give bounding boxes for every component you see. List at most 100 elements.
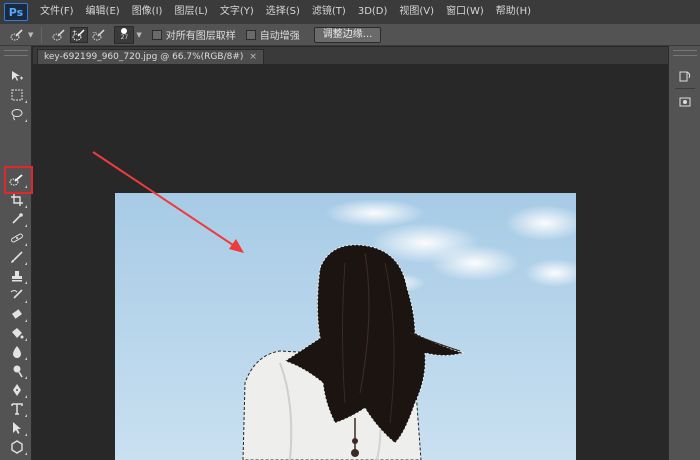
eraser-icon — [12, 309, 22, 319]
panel-grip[interactable] — [4, 50, 28, 56]
move-tool[interactable] — [6, 68, 28, 84]
submenu-indicator — [25, 395, 27, 398]
quick-selection-highlight — [4, 166, 33, 194]
marquee-tool[interactable] — [6, 87, 28, 103]
lasso-tool[interactable] — [6, 106, 28, 122]
clone-stamp-tool[interactable] — [6, 268, 28, 284]
chevron-down-icon[interactable]: ▼ — [136, 31, 141, 39]
svg-text:−: − — [92, 29, 97, 36]
menu-3d[interactable]: 3D(D) — [352, 0, 394, 24]
submenu-indicator — [25, 452, 27, 455]
menu-layer[interactable]: 图层(L) — [168, 0, 213, 24]
submenu-indicator — [25, 433, 27, 436]
menu-view[interactable]: 视图(V) — [393, 0, 440, 24]
photoshop-logo: Ps — [4, 3, 28, 21]
brush-mode-icon — [52, 28, 65, 40]
submenu-indicator — [25, 319, 27, 322]
menu-filter[interactable]: 滤镜(T) — [306, 0, 352, 24]
type-icon — [11, 403, 23, 415]
brush-size-value: 27 — [120, 33, 129, 41]
brush-size-picker[interactable]: 27 — [114, 25, 135, 44]
brush-add-icon: + — [72, 29, 85, 40]
eraser-tool[interactable] — [6, 306, 28, 322]
crop-tool[interactable] — [6, 192, 28, 208]
new-selection-button[interactable] — [50, 27, 68, 43]
quick-selection-icon — [8, 28, 26, 42]
history-brush-icon — [10, 289, 23, 299]
submenu-indicator — [25, 100, 27, 103]
submenu-indicator — [25, 262, 27, 265]
submenu-indicator — [25, 414, 27, 417]
history-icon — [679, 71, 691, 82]
auto-enhance-label: 自动增强 — [259, 31, 300, 42]
menu-window[interactable]: 窗口(W) — [440, 0, 490, 24]
submenu-indicator — [25, 243, 27, 246]
healing-brush-tool[interactable] — [6, 230, 28, 246]
eyedropper-tool[interactable] — [6, 211, 28, 227]
submenu-indicator — [25, 376, 27, 379]
sample-all-layers-label: 对所有图层取样 — [165, 31, 236, 42]
menu-help[interactable]: 帮助(H) — [490, 0, 537, 24]
document-tab-label: key-692199_960_720.jpg @ 66.7%(RGB/8#) — [44, 52, 244, 62]
photo-content — [115, 193, 576, 460]
stamp-icon — [12, 271, 22, 282]
crop-tool-hidden — [6, 143, 28, 159]
divider — [675, 88, 695, 89]
tool-preset-picker[interactable]: ▼ — [8, 28, 33, 42]
chevron-down-icon: ▼ — [28, 30, 34, 39]
menu-edit[interactable]: 编辑(E) — [80, 0, 126, 24]
sample-all-layers-checkbox[interactable] — [151, 29, 162, 40]
menu-image[interactable]: 图像(I) — [126, 0, 169, 24]
submenu-indicator — [25, 300, 27, 303]
submenu-indicator — [25, 205, 27, 208]
menu-file[interactable]: 文件(F) — [34, 0, 80, 24]
history-brush-tool[interactable] — [6, 287, 28, 303]
lasso-icon — [11, 109, 23, 121]
svg-text:+: + — [72, 29, 77, 36]
submenu-indicator — [25, 357, 27, 360]
eyedropper-icon — [12, 213, 23, 224]
document-tab-bar: key-692199_960_720.jpg @ 66.7%(RGB/8#) × — [33, 47, 668, 64]
right-panel-dock — [668, 46, 700, 460]
bucket-icon — [12, 328, 24, 339]
add-to-selection-button[interactable]: + — [70, 26, 89, 43]
blur-tool[interactable] — [6, 344, 28, 360]
shape-icon — [11, 440, 23, 454]
pen-tool[interactable] — [6, 382, 28, 398]
submenu-indicator — [25, 338, 27, 341]
panel-grip[interactable] — [673, 50, 697, 56]
shape-tool[interactable] — [6, 439, 28, 455]
path-select-icon — [13, 422, 21, 434]
paint-bucket-tool[interactable] — [6, 325, 28, 341]
brush-tool[interactable] — [6, 249, 28, 265]
crop-icon — [11, 194, 23, 206]
subtract-from-selection-button[interactable]: − — [90, 27, 108, 43]
close-icon[interactable]: × — [249, 50, 257, 64]
refine-edge-button[interactable]: 调整边缘... — [313, 26, 382, 43]
submenu-indicator — [25, 281, 27, 284]
sample-all-layers-option[interactable]: 对所有图层取样 — [151, 27, 236, 42]
blur-icon — [13, 346, 21, 358]
properties-panel-button[interactable] — [676, 94, 694, 110]
submenu-indicator — [25, 119, 27, 122]
submenu-indicator — [25, 224, 27, 227]
pen-icon — [13, 384, 21, 396]
menu-bar: Ps 文件(F) 编辑(E) 图像(I) 图层(L) 文字(Y) 选择(S) 滤… — [0, 0, 700, 24]
move-icon — [12, 71, 23, 81]
auto-enhance-option[interactable]: 自动增强 — [245, 27, 300, 42]
properties-icon — [679, 97, 691, 107]
auto-enhance-checkbox[interactable] — [245, 29, 256, 40]
dodge-icon — [13, 365, 23, 378]
menu-select[interactable]: 选择(S) — [260, 0, 306, 24]
path-selection-tool[interactable] — [6, 420, 28, 436]
document-image[interactable] — [115, 193, 576, 460]
dodge-tool[interactable] — [6, 363, 28, 379]
options-bar: ▼ + − 27 ▼ 对所有图层取样 自动增强 调整边缘... — [0, 24, 700, 46]
brush-icon — [11, 251, 23, 263]
document-tab[interactable]: key-692199_960_720.jpg @ 66.7%(RGB/8#) × — [37, 49, 264, 64]
menu-type[interactable]: 文字(Y) — [214, 0, 260, 24]
type-tool[interactable] — [6, 401, 28, 417]
divider — [41, 26, 43, 43]
tools-panel — [0, 46, 33, 460]
history-panel-button[interactable] — [676, 68, 694, 84]
